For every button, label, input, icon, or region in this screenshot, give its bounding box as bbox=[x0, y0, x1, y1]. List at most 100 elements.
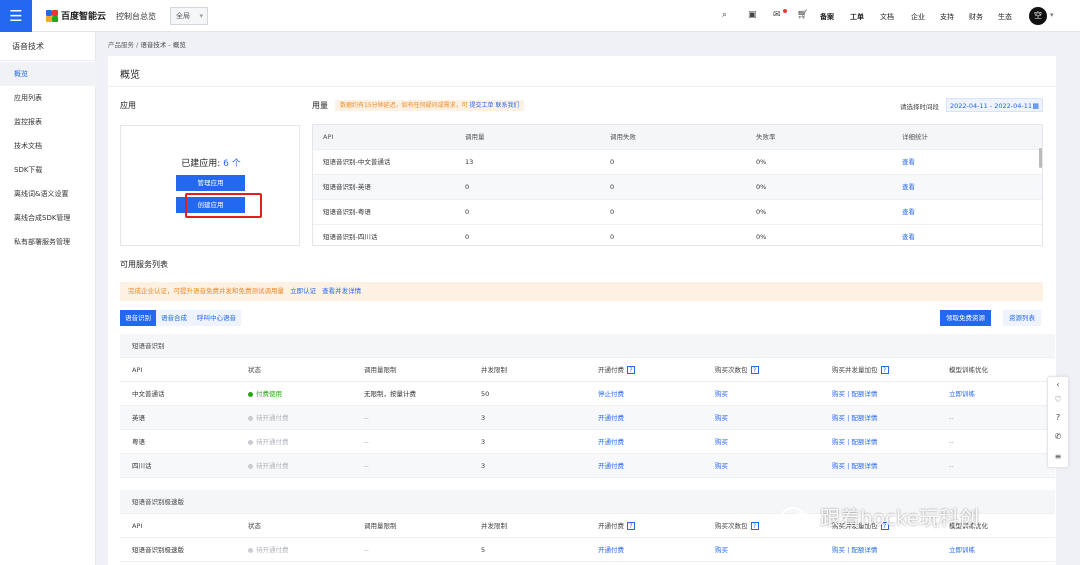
buy-link[interactable]: 购买 bbox=[715, 430, 728, 454]
breadcrumb-parent[interactable]: 产品服务 bbox=[108, 41, 134, 49]
buy-quota-link[interactable]: 购买 | 配额详情 bbox=[832, 382, 877, 406]
train-link[interactable]: 立即训练 bbox=[949, 382, 975, 406]
nav-support[interactable]: 支持 bbox=[940, 12, 954, 22]
cell-api: 短语音识别-粤语 bbox=[323, 208, 371, 216]
nav-docs[interactable]: 文档 bbox=[880, 12, 894, 22]
search-icon[interactable]: ⌕ bbox=[722, 10, 727, 20]
terminal-icon[interactable]: ▣ bbox=[748, 10, 757, 20]
help-icon[interactable]: ? bbox=[627, 522, 635, 530]
apps-created-count[interactable]: 6 个 bbox=[223, 159, 241, 169]
sidebar-item-offline-words[interactable]: 离线词&语义设置 bbox=[0, 182, 96, 206]
date-range-picker[interactable]: 2022-04-11 - 2022-04-11 ▦ bbox=[946, 98, 1043, 112]
cell-calls: 0 bbox=[465, 183, 470, 191]
highlight-box bbox=[185, 193, 262, 218]
view-link[interactable]: 查看 bbox=[902, 150, 915, 175]
sidebar-item-app-list[interactable]: 应用列表 bbox=[0, 86, 96, 110]
col-buy-concurrency-label: 购买并发量加包 bbox=[832, 366, 878, 374]
sidebar-item-monitor[interactable]: 监控报表 bbox=[0, 110, 96, 134]
cell-training: -- bbox=[949, 414, 954, 422]
open-pay-link[interactable]: 开通付费 bbox=[598, 538, 624, 562]
buy-quota-link[interactable]: 购买 | 配额详情 bbox=[832, 538, 877, 562]
col-status: 状态 bbox=[248, 366, 261, 374]
buy-quota-link[interactable]: 购买 | 配额详情 bbox=[832, 406, 877, 430]
nav-enterprise[interactable]: 企业 bbox=[911, 12, 925, 22]
view-link[interactable]: 查看 bbox=[902, 175, 915, 200]
view-link[interactable]: 查看 bbox=[902, 200, 915, 225]
menu-icon[interactable]: ☰ bbox=[0, 0, 32, 32]
buy-link[interactable]: 购买 bbox=[715, 538, 728, 562]
nav-filing[interactable]: 备案 bbox=[820, 12, 834, 22]
heart-icon[interactable]: ♡ bbox=[1048, 395, 1068, 404]
tab-tts[interactable]: 语音合成 bbox=[156, 310, 192, 326]
manage-apps-button[interactable]: 管理应用 bbox=[176, 175, 245, 191]
top-bar: ☰ 百度智能云 控制台总览 全局 ⌕ ▣ ✉ 🛒︎ 备案 工单 文档 企业 支持… bbox=[0, 0, 1080, 32]
submit-ticket-link[interactable]: 提交工单 联系我们 bbox=[470, 102, 520, 109]
certify-link[interactable]: 立即认证 bbox=[290, 287, 316, 295]
cell-failed: 0 bbox=[610, 158, 615, 166]
concurrency-detail-link[interactable]: 查看并发详情 bbox=[322, 287, 361, 295]
message-icon[interactable]: ✉ bbox=[773, 10, 781, 20]
usage-note-text: 数据约有15分钟延迟，如有任何疑问或需求，可 bbox=[340, 102, 470, 109]
col-buy-pack: 购买次数包? bbox=[715, 358, 759, 382]
buy-link[interactable]: 购买 bbox=[715, 406, 728, 430]
scrollbar[interactable] bbox=[1039, 148, 1042, 168]
nav-finance[interactable]: 财务 bbox=[969, 12, 983, 22]
sidebar-item-private-deploy[interactable]: 私有部署服务管理 bbox=[0, 230, 96, 254]
service-tabs: 语音识别 语音合成 呼叫中心语音 bbox=[120, 310, 241, 326]
sidebar-item-docs[interactable]: 技术文档 bbox=[0, 134, 96, 158]
cell-concurrency: 50 bbox=[481, 390, 490, 398]
resource-list-button[interactable]: 资源列表 bbox=[1003, 310, 1041, 326]
cell-api: 短语音识别-中文普通话 bbox=[323, 158, 391, 166]
cell-quota: -- bbox=[364, 546, 369, 554]
help-icon[interactable]: ? bbox=[750, 366, 759, 374]
free-resource-button[interactable]: 领取免费资源 bbox=[940, 310, 991, 326]
sidebar-title: 语音技术 bbox=[12, 42, 44, 51]
sidebar-item-overview[interactable]: 概览 bbox=[0, 62, 96, 86]
help-icon[interactable]: ? bbox=[627, 366, 635, 374]
table-header: API 调用量 调用失败 失败率 详细统计 bbox=[313, 125, 1042, 150]
cell-failed: 0 bbox=[610, 208, 615, 216]
notification-dot bbox=[783, 9, 787, 13]
floating-toolbar: ‹ ♡ ? ✆ ≡ bbox=[1047, 376, 1069, 468]
sidebar-item-offline-tts[interactable]: 离线合成SDK管理 bbox=[0, 206, 96, 230]
cell-fail-rate: 0% bbox=[756, 208, 767, 216]
nav-ticket[interactable]: 工单 bbox=[850, 12, 864, 22]
table-row: 英语 待开通付费 -- 3 开通付费 购买 购买 | 配额详情 -- bbox=[120, 406, 1055, 430]
phone-icon[interactable]: ✆ bbox=[1048, 432, 1068, 441]
open-pay-link[interactable]: 开通付费 bbox=[598, 430, 624, 454]
console-link[interactable]: 控制台总览 bbox=[116, 11, 156, 22]
help-circle-icon[interactable]: ? bbox=[1048, 413, 1068, 422]
tab-asr[interactable]: 语音识别 bbox=[120, 310, 156, 326]
collapse-icon[interactable]: ‹ bbox=[1048, 380, 1068, 389]
cell-failed: 0 bbox=[610, 233, 615, 241]
page-title: 概览 bbox=[120, 70, 140, 81]
view-link[interactable]: 查看 bbox=[902, 225, 915, 250]
divider bbox=[0, 60, 96, 61]
region-select[interactable]: 全局 bbox=[170, 7, 208, 25]
logo[interactable]: 百度智能云 bbox=[46, 9, 106, 22]
list-icon[interactable]: ≡ bbox=[1048, 452, 1068, 461]
cell-calls: 0 bbox=[465, 208, 470, 216]
sidebar-item-sdk[interactable]: SDK下载 bbox=[0, 158, 96, 182]
avatar[interactable]: 空 bbox=[1029, 7, 1047, 25]
stop-pay-link[interactable]: 停止付费 bbox=[598, 382, 624, 406]
table-row: 短语音识别-中文普通话 13 0 0% 查看 bbox=[313, 150, 1042, 175]
tab-callcenter[interactable]: 呼叫中心语音 bbox=[192, 310, 241, 326]
col-pay: 开通付费? bbox=[598, 358, 635, 382]
help-icon[interactable]: ? bbox=[880, 366, 889, 374]
buy-quota-link[interactable]: 购买 | 配额详情 bbox=[832, 430, 877, 454]
open-pay-link[interactable]: 开通付费 bbox=[598, 454, 624, 478]
chevron-down-icon[interactable]: ▾ bbox=[1050, 11, 1054, 19]
buy-link[interactable]: 购买 bbox=[715, 382, 728, 406]
buy-link[interactable]: 购买 bbox=[715, 454, 728, 478]
usage-table: API 调用量 调用失败 失败率 详细统计 短语音识别-中文普通话 13 0 0… bbox=[312, 124, 1043, 246]
open-pay-link[interactable]: 开通付费 bbox=[598, 406, 624, 430]
watermark-text: 跟着hocke玩科创 bbox=[820, 506, 980, 530]
usage-note: 数据约有15分钟延迟，如有任何疑问或需求，可 提交工单 联系我们 bbox=[335, 100, 525, 111]
cart-icon[interactable]: 🛒︎ bbox=[797, 10, 808, 20]
train-link[interactable]: 立即训练 bbox=[949, 538, 975, 562]
nav-ecosystem[interactable]: 生态 bbox=[998, 12, 1012, 22]
col-quota: 调用量限制 bbox=[364, 522, 397, 530]
help-icon[interactable]: ? bbox=[750, 522, 759, 530]
buy-quota-link[interactable]: 购买 | 配额详情 bbox=[832, 454, 877, 478]
